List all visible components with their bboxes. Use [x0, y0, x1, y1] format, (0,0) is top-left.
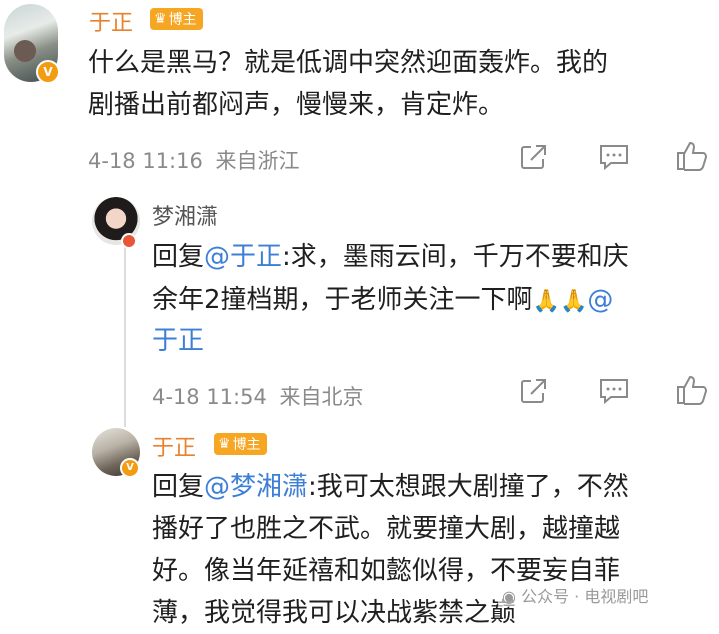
comment-text-line: 剧播出前都闷声，慢慢来，肯定炸。 [88, 90, 505, 120]
reply-text: :我可太想跟大剧撞了，不然 [308, 472, 629, 502]
comment-icon[interactable] [598, 377, 630, 405]
badge-label: 博主 [232, 437, 261, 453]
reply-text-line: 薄，我觉得我可以决战紫禁之巅 [152, 598, 517, 628]
reply-text: :求，墨雨云间，千万不要和庆 [282, 242, 629, 272]
share-icon[interactable] [519, 143, 549, 171]
reply-prefix: 回复 [152, 242, 205, 272]
crown-icon: ♛ [218, 436, 231, 452]
blogger-badge: ♛ 博主 [150, 8, 203, 30]
thread-line [124, 247, 126, 427]
reply-meta: 4-18 11:54 来自北京 [152, 381, 364, 411]
wechat-icon: ◉ [502, 587, 516, 606]
mention-link[interactable]: 于正 [152, 320, 204, 362]
timestamp: 4-18 11:16 [88, 149, 203, 173]
watermark: ◉ 公众号 · 电视剧吧 [498, 583, 653, 607]
comment-meta: 4-18 11:16 来自浙江 [88, 145, 300, 175]
user-badge-icon [121, 233, 137, 249]
watermark-text: 公众号 · 电视剧吧 [521, 587, 649, 606]
author-name[interactable]: 于正 [89, 5, 133, 37]
reply-author-name[interactable]: 于正 [152, 430, 196, 462]
location: 来自浙江 [215, 149, 300, 173]
mention-link[interactable]: @于正 [204, 242, 282, 272]
mention-link[interactable]: @梦湘潇 [204, 472, 308, 502]
reply-prefix: 回复 [152, 472, 205, 502]
reply-text-line: 播好了也胜之不武。就要撞大剧，越撞越 [152, 514, 621, 544]
pray-emoji-icon: 🙏🙏 [532, 289, 588, 314]
timestamp: 4-18 11:54 [152, 385, 267, 409]
badge-label: 博主 [168, 12, 197, 28]
blogger-badge: ♛ 博主 [214, 433, 267, 455]
crown-icon: ♛ [154, 11, 167, 27]
reply-author-name[interactable]: 梦湘潇 [152, 199, 218, 231]
reply-text-line: 回复@梦湘潇:我可太想跟大剧撞了，不然 [152, 466, 629, 508]
reply-text-line: 回复@于正:求，墨雨云间，千万不要和庆 [152, 236, 629, 278]
comment-icon[interactable] [598, 143, 630, 171]
reply-text-line: 余年2撞档期，于老师关注一下啊🙏🙏@ [152, 279, 613, 323]
comment-text-line: 什么是黑马？就是低调中突然迎面轰炸。我的 [88, 48, 609, 78]
like-icon[interactable] [675, 374, 709, 406]
verified-icon: V [36, 60, 60, 84]
verified-icon: V [120, 458, 140, 478]
location: 来自北京 [279, 385, 364, 409]
share-icon[interactable] [519, 377, 549, 405]
reply-text: 余年2撞档期，于老师关注一下啊 [152, 285, 533, 315]
mention-link[interactable]: @ [587, 285, 613, 315]
like-icon[interactable] [675, 140, 709, 172]
